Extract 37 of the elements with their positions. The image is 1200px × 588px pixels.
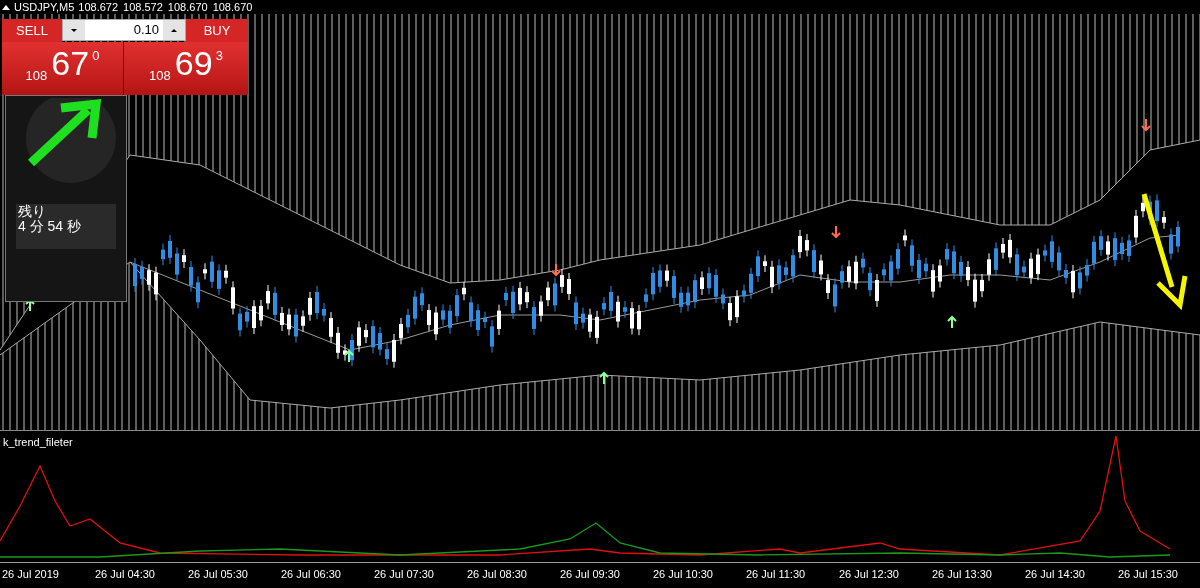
down-arrow-icon [1141,191,1188,311]
caret-up-icon [171,28,177,32]
up-arrow-icon [947,315,957,329]
countdown-text: 4 分 54 秒 [18,219,83,235]
down-arrow-icon [551,263,561,277]
increase-button[interactable] [163,20,185,40]
quote-value: 108.670 [167,1,208,13]
time-label: 26 Jul 06:30 [281,567,342,582]
up-arrow-icon [599,371,609,385]
time-label: 26 Jul 11:30 [746,567,807,582]
lot-value: 0.10 [132,21,160,40]
quote-value: 108.670 [212,1,253,13]
quote-value: 108.672 [78,1,119,13]
time-label: 26 Jul 08:30 [467,567,528,582]
sell-button[interactable]: SELL [2,19,62,42]
time-label: 26 Jul 2019 [2,567,60,582]
time-label: 26 Jul 12:30 [839,567,900,582]
symbol-title: USDJPY,M5 [14,1,75,13]
down-arrow-icon [1141,118,1151,132]
lot-size-field[interactable]: 0.10 [62,19,186,41]
triangle-icon [2,4,10,10]
decrease-button[interactable] [63,20,85,40]
time-label: 26 Jul 14:30 [1025,567,1086,582]
buy-button[interactable]: BUY [186,19,248,42]
up-arrow-icon [344,349,354,363]
time-label: 26 Jul 04:30 [95,567,156,582]
time-label: 26 Jul 13:30 [932,567,993,582]
time-label: 26 Jul 10:30 [653,567,714,582]
timer-label: 残り [18,204,47,220]
time-label: 26 Jul 07:30 [374,567,435,582]
time-label: 26 Jul 15:30 [1118,567,1179,582]
caret-down-icon [71,28,77,32]
time-label: 26 Jul 09:30 [560,567,621,582]
indicator-name: k_trend_fileter [3,435,73,450]
time-label: 26 Jul 05:30 [188,567,249,582]
down-arrow-icon [831,225,841,239]
quote-value: 108.572 [123,1,163,13]
